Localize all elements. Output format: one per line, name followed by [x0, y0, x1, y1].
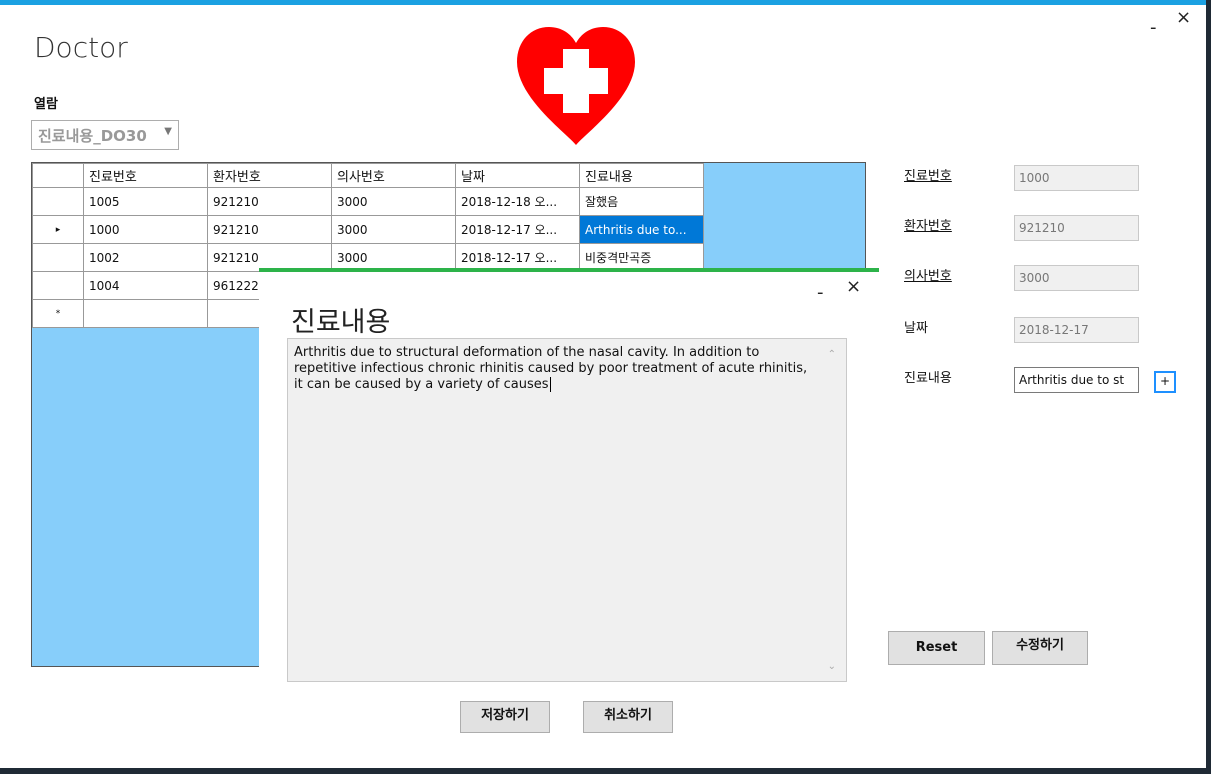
column-header[interactable]: 날짜: [455, 163, 580, 188]
table-cell[interactable]: 1000: [83, 215, 208, 244]
view-combo[interactable]: 진료내용_DO30 ▼: [31, 120, 179, 150]
table-header-row: 진료번호 환자번호 의사번호 날짜 진료내용: [32, 163, 704, 188]
field-label-patient-no: 환자번호: [904, 219, 952, 234]
table-cell[interactable]: 921210: [207, 215, 332, 244]
view-label: 열람: [34, 97, 58, 112]
table-row[interactable]: 1005 921210 3000 2018-12-18 오... 잘했음: [32, 187, 704, 216]
dropdown-arrow-icon: ▼: [164, 126, 172, 137]
dialog-close-button[interactable]: ×: [846, 276, 861, 297]
view-combo-value: 진료내용_DO30: [38, 127, 147, 145]
content-dialog: - × 진료내용 Arthritis due to structural def…: [259, 268, 879, 748]
field-label-doctor-no: 의사번호: [904, 269, 952, 284]
table-row[interactable]: ▸ 1000 921210 3000 2018-12-17 오... Arthr…: [32, 215, 704, 244]
text-cursor: [549, 377, 551, 392]
dialog-minimize-button[interactable]: -: [817, 282, 824, 303]
column-header[interactable]: 진료번호: [83, 163, 208, 188]
date-field[interactable]: 2018-12-17: [1014, 317, 1139, 343]
content-textarea[interactable]: Arthritis due to structural deformation …: [287, 338, 847, 682]
column-header[interactable]: 환자번호: [207, 163, 332, 188]
table-cell[interactable]: 921210: [207, 187, 332, 216]
reset-button[interactable]: Reset: [888, 631, 985, 665]
close-button[interactable]: ×: [1176, 7, 1191, 28]
doctor-no-field[interactable]: 3000: [1014, 265, 1139, 291]
field-label-treatment-no: 진료번호: [904, 169, 952, 184]
table-cell[interactable]: 1005: [83, 187, 208, 216]
field-label-content: 진료내용: [904, 371, 952, 386]
table-cell[interactable]: 3000: [331, 215, 456, 244]
row-header[interactable]: [32, 187, 84, 216]
row-header-corner: [32, 163, 84, 188]
row-header[interactable]: [32, 271, 84, 300]
new-row-asterisk-icon[interactable]: *: [32, 299, 84, 328]
table-cell[interactable]: 2018-12-17 오...: [455, 215, 580, 244]
cancel-button[interactable]: 취소하기: [583, 701, 673, 733]
table-cell-selected[interactable]: Arthritis due to...: [579, 215, 704, 244]
table-cell[interactable]: [83, 299, 208, 328]
row-pointer-icon[interactable]: ▸: [32, 215, 84, 244]
heart-cross-icon: [517, 27, 635, 145]
edit-button[interactable]: 수정하기: [992, 631, 1088, 665]
patient-no-field[interactable]: 921210: [1014, 215, 1139, 241]
row-header[interactable]: [32, 243, 84, 272]
treatment-no-field[interactable]: 1000: [1014, 165, 1139, 191]
table-cell[interactable]: 2018-12-18 오...: [455, 187, 580, 216]
column-header[interactable]: 진료내용: [579, 163, 704, 188]
column-header[interactable]: 의사번호: [331, 163, 456, 188]
table-cell[interactable]: 3000: [331, 187, 456, 216]
field-label-date: 날짜: [904, 321, 928, 336]
expand-content-button[interactable]: +: [1154, 371, 1176, 393]
window-title: Doctor: [34, 31, 128, 64]
table-cell[interactable]: 잘했음: [579, 187, 704, 216]
save-button[interactable]: 저장하기: [460, 701, 550, 733]
dialog-title: 진료내용: [291, 307, 391, 338]
scroll-up-icon[interactable]: ⌃: [828, 347, 836, 363]
scroll-down-icon[interactable]: ⌄: [828, 659, 836, 675]
minimize-button[interactable]: -: [1150, 17, 1157, 38]
table-cell[interactable]: 1002: [83, 243, 208, 272]
content-text: Arthritis due to structural deformation …: [294, 345, 808, 392]
content-field[interactable]: Arthritis due to st: [1014, 367, 1139, 393]
table-cell[interactable]: 1004: [83, 271, 208, 300]
